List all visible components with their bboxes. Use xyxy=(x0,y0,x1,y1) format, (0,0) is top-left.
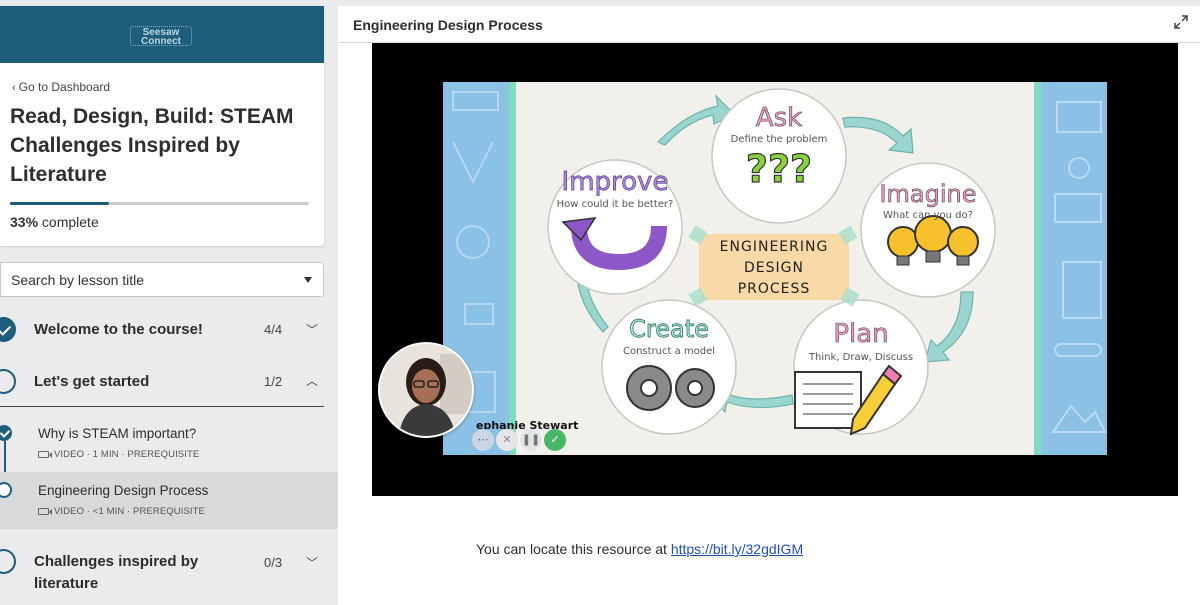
presenter-webcam[interactable] xyxy=(378,342,474,438)
section-status-circle-icon xyxy=(0,369,16,394)
resource-link[interactable]: https://bit.ly/32gdIGM xyxy=(671,541,803,557)
section-challenges[interactable]: Challenges inspired by literature 0/3 ﹀ xyxy=(0,536,324,598)
svg-text:ENGINEERING: ENGINEERING xyxy=(720,239,829,255)
lesson-meta: VIDEO · <1 MIN · PREREQUISITE xyxy=(38,506,205,517)
resource-line: You can locate this resource at https://… xyxy=(476,541,804,557)
engineering-design-cycle: Ask Define the problem ??? Imagine What … xyxy=(547,88,996,436)
section-title: Let's get started xyxy=(34,373,150,390)
svg-text:???: ??? xyxy=(746,147,812,191)
section-title: Challenges inspired by literature xyxy=(34,553,199,592)
svg-text:PROCESS: PROCESS xyxy=(738,281,811,297)
svg-text:Imagine: Imagine xyxy=(879,180,976,208)
course-progress-text: 33% complete xyxy=(10,214,99,230)
search-placeholder: Search by lesson title xyxy=(11,272,145,288)
chevron-down-icon[interactable]: ﹀ xyxy=(306,321,318,338)
seesaw-connect-logo[interactable]: Seesaw Connect xyxy=(130,25,192,47)
section-welcome[interactable]: Welcome to the course! 4/4 ﹀ xyxy=(0,305,324,355)
section-complete-check-icon xyxy=(0,317,16,342)
lesson-item-engineering-design[interactable]: Engineering Design Process VIDEO · <1 MI… xyxy=(0,472,338,529)
lesson-content: Engineering Design Process Ask Define th… xyxy=(338,6,1200,605)
section-lets-get-started[interactable]: Let's get started 1/2 ︿ xyxy=(0,357,324,407)
section-divider xyxy=(0,406,324,407)
svg-text:DESIGN: DESIGN xyxy=(744,260,804,276)
svg-text:Ask: Ask xyxy=(756,103,802,133)
lesson-header: Engineering Design Process xyxy=(338,6,1200,43)
check-icon[interactable]: ✓ xyxy=(544,429,566,451)
lesson-item-why-steam[interactable]: Why is STEAM important? VIDEO · 1 MIN · … xyxy=(0,415,338,472)
arrow-ask-to-imagine xyxy=(842,116,914,154)
svg-text:Create: Create xyxy=(629,315,709,343)
video-icon xyxy=(38,451,52,458)
course-card: Seesaw Connect ‹ Go to Dashboard Read, De… xyxy=(0,6,324,246)
course-title: Read, Design, Build: STEAM Challenges In… xyxy=(10,105,294,186)
section-count: 4/4 xyxy=(264,322,283,337)
lesson-current-circle-icon xyxy=(0,482,12,498)
svg-text:Construct a model: Construct a model xyxy=(623,346,715,357)
lesson-complete-check-icon xyxy=(0,425,12,441)
section-count: 0/3 xyxy=(264,555,283,570)
course-progress-fill xyxy=(10,202,109,205)
brand-header: Seesaw Connect xyxy=(0,6,324,63)
chevron-left-icon: ‹ xyxy=(12,82,16,94)
lesson-search-select[interactable]: Search by lesson title xyxy=(0,262,324,297)
dropdown-caret-icon xyxy=(304,277,312,283)
chevron-down-icon[interactable]: ﹀ xyxy=(306,554,318,571)
svg-text:Define the problem: Define the problem xyxy=(731,134,828,145)
section-count: 1/2 xyxy=(264,374,283,389)
video-icon xyxy=(38,508,52,515)
lesson-meta: VIDEO · 1 MIN · PREREQUISITE xyxy=(38,449,199,460)
webcam-controls: ⋯ ✕ ❚❚ ✓ xyxy=(472,429,566,451)
svg-text:Improve: Improve xyxy=(562,167,669,197)
course-progress-bar xyxy=(10,202,309,205)
svg-text:Think, Draw, Discuss: Think, Draw, Discuss xyxy=(808,352,913,363)
expand-icon[interactable] xyxy=(1170,14,1192,36)
course-sidebar: Seesaw Connect ‹ Go to Dashboard Read, De… xyxy=(0,0,338,605)
close-icon[interactable]: ✕ xyxy=(496,429,518,451)
go-to-dashboard-link[interactable]: ‹ Go to Dashboard xyxy=(12,80,110,94)
chevron-up-icon[interactable]: ︿ xyxy=(306,372,318,389)
lesson-heading: Engineering Design Process xyxy=(353,17,543,33)
more-options-icon[interactable]: ⋯ xyxy=(472,429,494,451)
svg-text:Plan: Plan xyxy=(833,319,888,349)
arrow-imagine-to-plan xyxy=(924,291,974,363)
svg-text:What can you do?: What can you do? xyxy=(883,210,973,221)
lesson-title: Why is STEAM important? xyxy=(38,426,197,441)
lesson-title: Engineering Design Process xyxy=(38,483,209,498)
section-title: Welcome to the course! xyxy=(34,321,203,338)
svg-text:How could it be better?: How could it be better? xyxy=(557,199,674,210)
section-status-circle-icon xyxy=(0,549,16,574)
pause-icon[interactable]: ❚❚ xyxy=(520,429,542,451)
video-slide: Ask Define the problem ??? Imagine What … xyxy=(443,82,1107,455)
